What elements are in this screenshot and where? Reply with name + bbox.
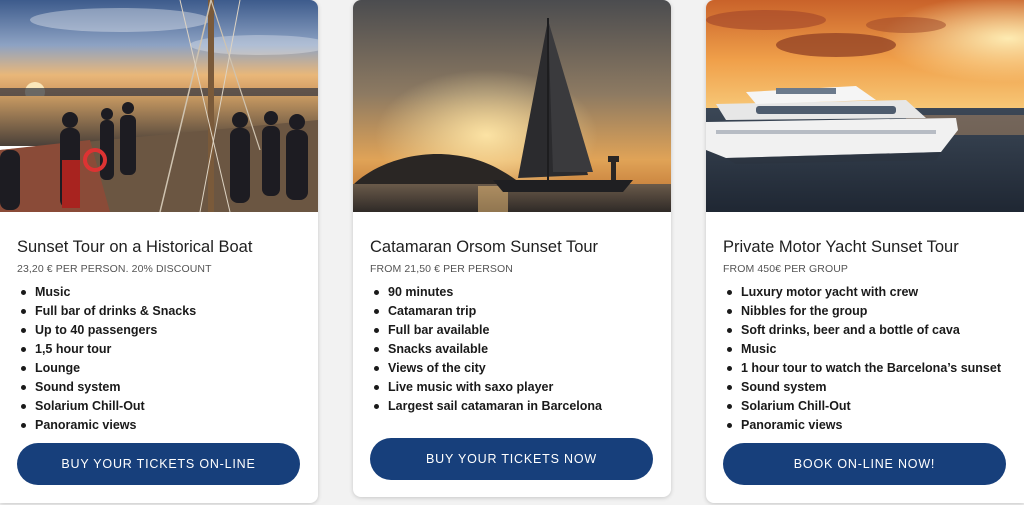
tour-title: Catamaran Orsom Sunset Tour	[370, 238, 599, 256]
feature-item: Lounge	[17, 359, 196, 378]
feature-list: Luxury motor yacht with crew Nibbles for…	[723, 283, 1001, 435]
feature-item: Soft drinks, beer and a bottle of cava	[723, 321, 1001, 340]
catamaran-photo[interactable]	[353, 0, 671, 212]
feature-item: Solarium Chill-Out	[723, 397, 1001, 416]
feature-item: Music	[17, 283, 196, 302]
feature-item: Full bar of drinks & Snacks	[17, 302, 196, 321]
book-online-now-button[interactable]: BOOK ON-LINE NOW!	[723, 443, 1006, 485]
feature-item: Snacks available	[370, 340, 602, 359]
tour-card-catamaran: Catamaran Orsom Sunset Tour FROM 21,50 €…	[353, 0, 671, 497]
feature-item: Live music with saxo player	[370, 378, 602, 397]
feature-list: 90 minutes Catamaran trip Full bar avail…	[370, 283, 602, 416]
feature-item: Panoramic views	[723, 416, 1001, 435]
feature-item: 1 hour tour to watch the Barcelona’s sun…	[723, 359, 1001, 378]
feature-item: Sound system	[723, 378, 1001, 397]
feature-item: Panoramic views	[17, 416, 196, 435]
feature-item: Music	[723, 340, 1001, 359]
tour-price: FROM 450€ PER GROUP	[723, 263, 849, 275]
feature-item: Luxury motor yacht with crew	[723, 283, 1001, 302]
tour-card-historical-boat: Sunset Tour on a Historical Boat 23,20 €…	[0, 0, 318, 503]
feature-item: 90 minutes	[370, 283, 602, 302]
feature-item: Nibbles for the group	[723, 302, 1001, 321]
feature-item: Views of the city	[370, 359, 602, 378]
feature-item: Catamaran trip	[370, 302, 602, 321]
tour-cards-section: Sunset Tour on a Historical Boat 23,20 €…	[0, 0, 1024, 505]
tour-price: FROM 21,50 € PER PERSON	[370, 263, 513, 275]
tour-title: Private Motor Yacht Sunset Tour	[723, 238, 959, 256]
tour-title: Sunset Tour on a Historical Boat	[17, 238, 253, 256]
feature-item: Full bar available	[370, 321, 602, 340]
feature-item: Solarium Chill-Out	[17, 397, 196, 416]
buy-tickets-now-button[interactable]: BUY YOUR TICKETS NOW	[370, 438, 653, 480]
feature-item: Up to 40 passengers	[17, 321, 196, 340]
buy-tickets-online-button[interactable]: BUY YOUR TICKETS ON-LINE	[17, 443, 300, 485]
feature-list: Music Full bar of drinks & Snacks Up to …	[17, 283, 196, 435]
feature-item: Sound system	[17, 378, 196, 397]
feature-item: 1,5 hour tour	[17, 340, 196, 359]
feature-item: Largest sail catamaran in Barcelona	[370, 397, 602, 416]
tour-price: 23,20 € PER PERSON. 20% DISCOUNT	[17, 263, 212, 275]
historical-boat-photo[interactable]	[0, 0, 318, 212]
tour-card-motor-yacht: Private Motor Yacht Sunset Tour FROM 450…	[706, 0, 1024, 503]
motor-yacht-photo[interactable]	[706, 0, 1024, 212]
